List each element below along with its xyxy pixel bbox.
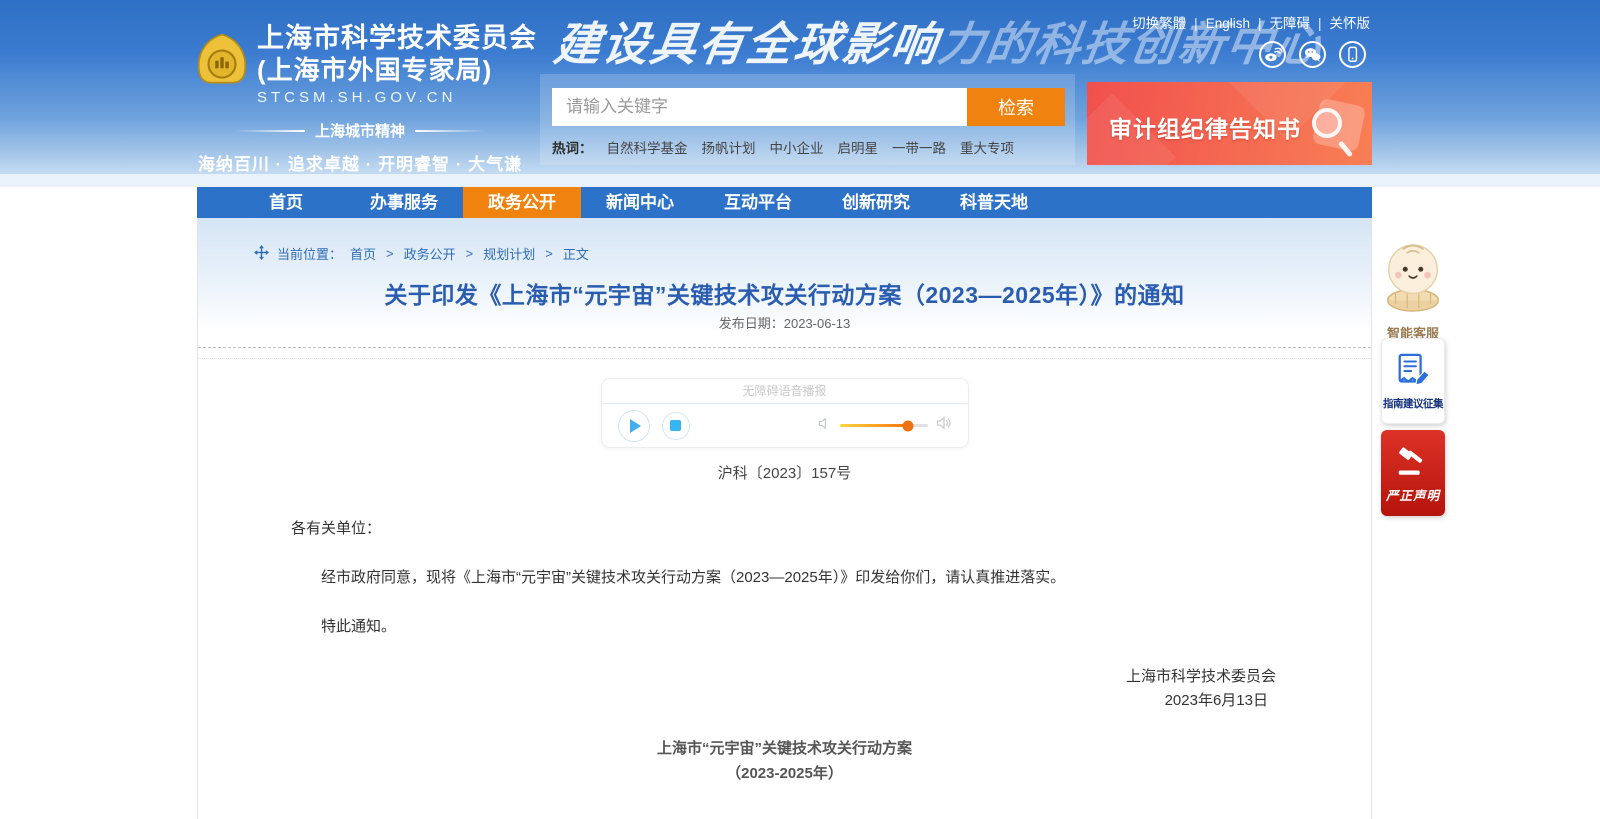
calligraphy-slogan: 建设具有全球影响力的科技创新中心 — [550, 8, 1179, 74]
link-care-version[interactable]: 关怀版 — [1330, 16, 1371, 31]
org-domain: STCSM.SH.GOV.CN — [257, 89, 537, 106]
link-separator: | — [1194, 16, 1198, 31]
calligraphy-part1: 建设具有全球影响 — [551, 19, 942, 70]
nav-item-gov-disclosure[interactable]: 政务公开 — [463, 187, 581, 218]
nav-item-services[interactable]: 办事服务 — [345, 187, 463, 218]
site-logo-block[interactable]: 上海市科学技术委员会 (上海市外国专家局) STCSM.SH.GOV.CN — [195, 22, 537, 106]
volume-slider[interactable] — [840, 424, 928, 427]
signature-org: 上海市科学技术委员会 — [198, 665, 1371, 686]
link-english[interactable]: English — [1206, 16, 1250, 31]
volume-mute-icon[interactable] — [817, 416, 832, 436]
stop-icon — [670, 420, 681, 431]
volume-loud-icon[interactable] — [936, 415, 952, 436]
widget-label: 严正声明 — [1386, 485, 1440, 504]
crumb-current: 正文 — [563, 244, 589, 263]
document-pen-icon — [1394, 351, 1432, 391]
move-icon — [254, 245, 269, 263]
stop-button[interactable] — [662, 412, 690, 440]
main-nav: 首页 办事服务 政务公开 新闻中心 互动平台 创新研究 科普天地 — [197, 187, 1372, 218]
link-traditional-chinese[interactable]: 切换繁體 — [1132, 16, 1186, 31]
bun-mascot-icon — [1380, 240, 1446, 316]
link-separator: | — [1318, 16, 1322, 31]
nav-item-home[interactable]: 首页 — [227, 187, 345, 218]
hot-word[interactable]: 一带一路 — [892, 137, 946, 157]
org-names: 上海市科学技术委员会 (上海市外国专家局) STCSM.SH.GOV.CN — [257, 22, 537, 106]
volume-fill — [840, 424, 909, 427]
attachment-title-line1: 上海市“元宇宙”关键技术攻关行动方案 — [198, 737, 1371, 758]
site-header: 建设具有全球影响力的科技创新中心 切换繁體 | English | 无障碍 | 关怀版 — [0, 0, 1600, 174]
hot-word[interactable]: 扬帆计划 — [702, 137, 756, 157]
widget-label: 指南建议征集 — [1383, 396, 1443, 411]
hot-word[interactable]: 重大专项 — [960, 137, 1014, 157]
magnifier-icon — [1294, 100, 1364, 162]
solemn-statement-widget[interactable]: 严正声明 — [1381, 430, 1445, 516]
banner-text: 审计组纪律告知书 — [1109, 110, 1301, 144]
paragraph-notice: 特此通知。 — [321, 615, 396, 636]
volume-knob[interactable] — [903, 420, 914, 431]
crumb-separator: > — [386, 246, 394, 261]
audio-player: 无障碍语音播报 — [601, 378, 969, 448]
stcsm-emblem-icon — [195, 32, 249, 91]
search-panel: 检索 热词： 自然科学基金 扬帆计划 中小企业 启明星 一带一路 重大专项 — [540, 74, 1075, 165]
page-title: 关于印发《上海市“元宇宙”关键技术攻关行动方案（2023—2025年）》的通知 — [198, 276, 1371, 310]
hot-words-row: 热词： 自然科学基金 扬帆计划 中小企业 启明星 一带一路 重大专项 — [552, 137, 1065, 157]
document-number: 沪科〔2023〕157号 — [198, 462, 1371, 483]
link-separator: | — [1258, 16, 1262, 31]
crumb-gov-disclosure[interactable]: 政务公开 — [404, 244, 456, 263]
wechat-icon[interactable] — [1299, 41, 1326, 68]
paragraph-main: 经市政府同意，现将《上海市“元宇宙”关键技术攻关行动方案（2023—2025年）… — [291, 566, 1281, 587]
header-bottom-strip — [0, 174, 1600, 187]
city-spirit-label: 上海城市精神 — [195, 120, 525, 141]
article-content: 当前位置： 首页 > 政务公开 > 规划计划 > 正文 关于印发《上海市“元宇宙… — [197, 218, 1372, 819]
volume-group — [817, 415, 952, 436]
hot-word[interactable]: 自然科学基金 — [607, 137, 688, 157]
audit-notice-banner[interactable]: 审计组纪律告知书 — [1087, 82, 1372, 165]
hot-word[interactable]: 启明星 — [838, 137, 879, 157]
crumb-separator: > — [466, 246, 474, 261]
play-button[interactable] — [618, 410, 650, 442]
gavel-icon — [1394, 442, 1432, 480]
nav-item-news[interactable]: 新闻中心 — [581, 187, 699, 218]
social-icons-row — [1259, 41, 1366, 68]
attachment-title-line2: （2023-2025年） — [198, 762, 1371, 783]
guide-suggestion-widget[interactable]: 指南建议征集 — [1381, 338, 1445, 424]
link-accessibility[interactable]: 无障碍 — [1269, 16, 1310, 31]
org-name-line1: 上海市科学技术委员会 — [257, 22, 537, 54]
crumb-separator: > — [545, 246, 553, 261]
signature-date: 2023年6月13日 — [198, 689, 1371, 710]
hot-word[interactable]: 中小企业 — [770, 137, 824, 157]
nav-item-interaction[interactable]: 互动平台 — [699, 187, 817, 218]
breadcrumb: 当前位置： 首页 > 政务公开 > 规划计划 > 正文 — [254, 244, 589, 263]
crumb-home[interactable]: 首页 — [350, 244, 376, 263]
top-utility-links: 切换繁體 | English | 无障碍 | 关怀版 — [1132, 12, 1370, 32]
divider-dotted — [198, 358, 1371, 359]
audio-player-title: 无障碍语音播报 — [602, 379, 968, 404]
mobile-icon[interactable] — [1339, 41, 1366, 68]
nav-item-innovation[interactable]: 创新研究 — [817, 187, 935, 218]
smart-customer-service-widget[interactable]: 智能客服 — [1378, 240, 1448, 342]
page: 建设具有全球影响力的科技创新中心 切换繁體 | English | 无障碍 | 关怀版 — [0, 0, 1600, 819]
play-icon — [630, 419, 641, 433]
salutation: 各有关单位： — [291, 517, 381, 538]
weibo-icon[interactable] — [1259, 41, 1286, 68]
org-name-line2: (上海市外国专家局) — [257, 54, 537, 86]
audio-player-controls — [602, 404, 968, 447]
nav-item-science[interactable]: 科普天地 — [935, 187, 1053, 218]
publish-date: 发布日期：2023-06-13 — [198, 313, 1371, 332]
search-bar: 检索 — [552, 88, 1065, 126]
crumb-planning[interactable]: 规划计划 — [483, 244, 535, 263]
search-input[interactable] — [552, 88, 967, 126]
breadcrumb-label: 当前位置： — [277, 244, 342, 263]
divider-dashed — [198, 347, 1371, 348]
hot-words-label: 热词： — [552, 137, 593, 157]
search-button[interactable]: 检索 — [967, 88, 1065, 126]
